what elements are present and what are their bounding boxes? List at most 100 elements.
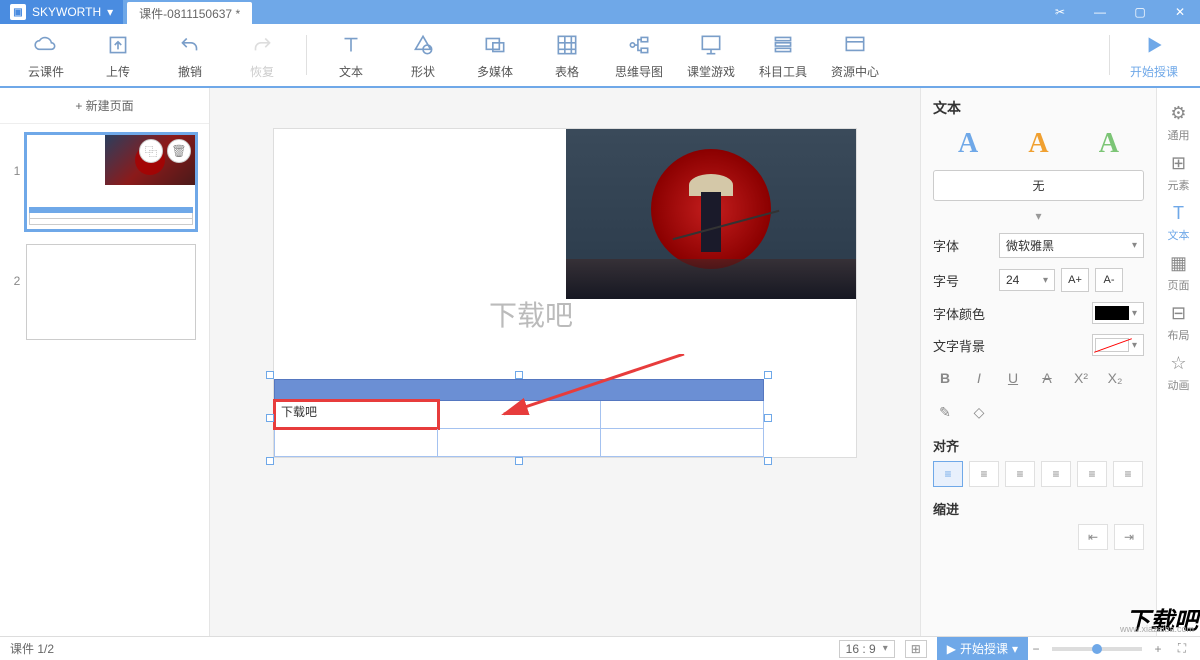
- table-cell[interactable]: [601, 429, 763, 456]
- game-icon: [697, 31, 725, 59]
- clear-format-button[interactable]: ✎: [933, 400, 957, 424]
- table-row[interactable]: 下载吧: [274, 401, 764, 429]
- align-right-button[interactable]: ≡: [1005, 461, 1035, 487]
- sliders-icon: ⚙: [1170, 103, 1186, 124]
- close-button[interactable]: ✕: [1160, 0, 1200, 24]
- chevron-down-icon: ▾: [1132, 340, 1137, 351]
- slide-canvas[interactable]: 下载吧 下载吧: [273, 128, 857, 458]
- align-label: 对齐: [933, 436, 1144, 455]
- table-cell[interactable]: [438, 429, 601, 456]
- new-page-button[interactable]: + 新建页面: [0, 88, 209, 124]
- aspect-ratio-select[interactable]: 16 : 9▾: [839, 640, 895, 658]
- cut-icon[interactable]: ✂: [1040, 0, 1080, 24]
- mindmap-icon: [625, 31, 653, 59]
- play-button[interactable]: ▶开始授课▾: [937, 637, 1028, 660]
- redo-button: 恢复: [226, 25, 298, 85]
- main-area: + 新建页面 1 ⿻ 🗑 2: [0, 88, 1200, 636]
- font-smaller-button[interactable]: A-: [1095, 268, 1123, 292]
- doc-title: 课件-0811150637 *: [139, 5, 240, 22]
- table-button[interactable]: 表格: [531, 25, 603, 85]
- thumb-number: 2: [8, 244, 26, 288]
- table-cell[interactable]: [438, 401, 601, 428]
- cloud-icon: [32, 31, 60, 59]
- align-bottom-button[interactable]: ≡: [1113, 461, 1143, 487]
- eraser-button[interactable]: ◇: [967, 400, 991, 424]
- mindmap-button[interactable]: 思维导图: [603, 25, 675, 85]
- statusbar: 课件 1/2 16 : 9▾ ⊞ ▶开始授课▾ − + ⛶: [0, 636, 1200, 660]
- zoom-in-button[interactable]: +: [1150, 641, 1166, 657]
- minimize-button[interactable]: —: [1080, 0, 1120, 24]
- play-icon: ▶: [947, 642, 956, 656]
- brand-menu[interactable]: ▣ SKYWORTH ▾: [0, 0, 123, 24]
- align-middle-button[interactable]: ≡: [1077, 461, 1107, 487]
- chevron-down-icon: ▾: [1043, 275, 1048, 286]
- text-tab-icon: T: [1173, 203, 1184, 224]
- size-select[interactable]: 24▾: [999, 269, 1055, 291]
- fit-button[interactable]: ⛶: [1174, 641, 1190, 657]
- redo-icon: [248, 31, 276, 59]
- game-button[interactable]: 课堂游戏: [675, 25, 747, 85]
- play-icon: [1140, 31, 1168, 59]
- tab-text[interactable]: T文本: [1159, 198, 1199, 248]
- thumb-row: 2: [8, 244, 201, 340]
- canvas-table[interactable]: 下载吧: [274, 379, 764, 457]
- delete-slide-icon[interactable]: 🗑: [167, 139, 191, 163]
- align-left-button[interactable]: ≡: [933, 461, 963, 487]
- upload-icon: [104, 31, 132, 59]
- undo-button[interactable]: 撤销: [154, 25, 226, 85]
- table-row[interactable]: [274, 429, 764, 457]
- brand-logo-icon: ▣: [10, 4, 26, 20]
- bold-button[interactable]: B: [933, 366, 957, 390]
- chevron-down-icon: ▾: [1132, 308, 1137, 319]
- style-preset-green[interactable]: A: [1099, 128, 1119, 160]
- style-preset-blue[interactable]: A: [958, 128, 978, 160]
- zoom-slider[interactable]: [1052, 647, 1142, 651]
- underline-button[interactable]: U: [1001, 366, 1025, 390]
- bg-color-picker[interactable]: ▾: [1092, 334, 1144, 356]
- tab-page[interactable]: ▦页面: [1159, 248, 1199, 298]
- cloud-button[interactable]: 云课件: [10, 25, 82, 85]
- text-button[interactable]: 文本: [315, 25, 387, 85]
- zoom-out-button[interactable]: −: [1028, 641, 1044, 657]
- duplicate-slide-icon[interactable]: ⿻: [139, 139, 163, 163]
- style-none-button[interactable]: 无: [933, 170, 1144, 201]
- zoom-thumb[interactable]: [1092, 644, 1102, 654]
- canvas-area[interactable]: 下载吧 下载吧: [210, 88, 920, 636]
- style-preset-orange[interactable]: A: [1028, 128, 1048, 160]
- expand-handle-icon[interactable]: ▾: [933, 209, 1144, 223]
- subscript-button[interactable]: X₂: [1103, 366, 1127, 390]
- shape-button[interactable]: 形状: [387, 25, 459, 85]
- font-select[interactable]: 微软雅黑▾: [999, 233, 1144, 258]
- tab-element[interactable]: ⊞元素: [1159, 148, 1199, 198]
- hero-image[interactable]: [566, 129, 856, 299]
- italic-button[interactable]: I: [967, 366, 991, 390]
- color-label: 字体颜色: [933, 304, 993, 323]
- table-cell[interactable]: [601, 401, 763, 428]
- document-tab[interactable]: 课件-0811150637 *: [127, 2, 252, 24]
- font-bigger-button[interactable]: A+: [1061, 268, 1089, 292]
- superscript-button[interactable]: X²: [1069, 366, 1093, 390]
- tab-general[interactable]: ⚙通用: [1159, 98, 1199, 148]
- align-center-button[interactable]: ≡: [969, 461, 999, 487]
- slide-thumb-2[interactable]: [26, 244, 196, 340]
- table-cell-editing[interactable]: 下载吧: [275, 401, 438, 428]
- tab-layout[interactable]: ⊟布局: [1159, 298, 1199, 348]
- table-cell[interactable]: [275, 429, 438, 456]
- tab-animation[interactable]: ☆动画: [1159, 348, 1199, 398]
- table-header-row[interactable]: [274, 379, 764, 401]
- upload-button[interactable]: 上传: [82, 25, 154, 85]
- indent-increase-button[interactable]: ⇥: [1114, 524, 1144, 550]
- subject-button[interactable]: 科目工具: [747, 25, 819, 85]
- grid-toggle-button[interactable]: ⊞: [905, 640, 927, 658]
- font-color-picker[interactable]: ▾: [1092, 302, 1144, 324]
- media-button[interactable]: 多媒体: [459, 25, 531, 85]
- slide-thumb-1[interactable]: ⿻ 🗑: [26, 134, 196, 230]
- text-placeholder[interactable]: 下载吧: [489, 294, 573, 334]
- indent-decrease-button[interactable]: ⇤: [1078, 524, 1108, 550]
- maximize-button[interactable]: ▢: [1120, 0, 1160, 24]
- start-class-button[interactable]: 开始授课: [1118, 25, 1190, 85]
- align-top-button[interactable]: ≡: [1041, 461, 1071, 487]
- font-label: 字体: [933, 236, 993, 255]
- resource-button[interactable]: 资源中心: [819, 25, 891, 85]
- strike-button[interactable]: A: [1035, 366, 1059, 390]
